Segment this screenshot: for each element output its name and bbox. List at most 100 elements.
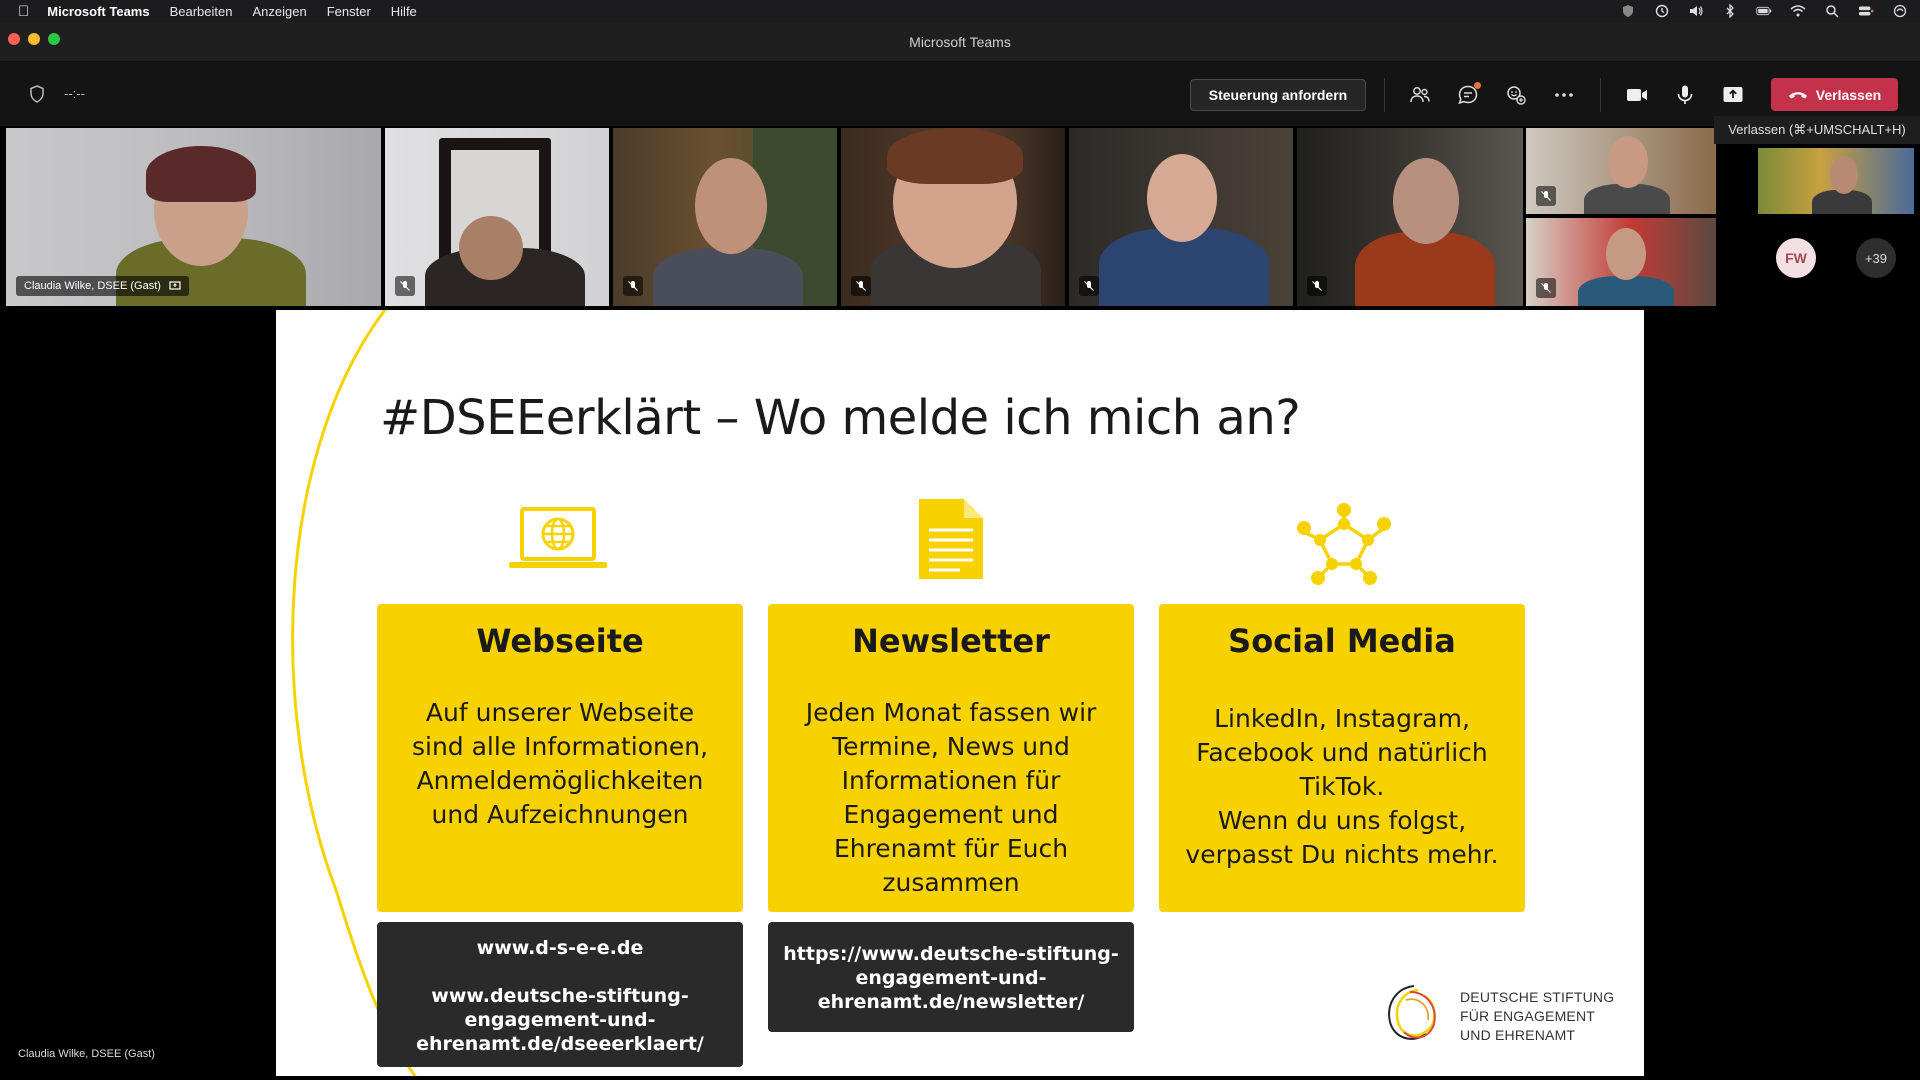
- participant-tile[interactable]: [841, 128, 1065, 306]
- more-participants-button[interactable]: +39: [1856, 238, 1896, 278]
- card-text-line: Anmeldemöglichkeiten: [416, 766, 704, 795]
- shared-screen-stage: #DSEEerklärt – Wo melde ich mich an? Web…: [0, 308, 1920, 1080]
- link-text[interactable]: engagement-und-: [377, 1008, 743, 1032]
- card-text-line: Ehrenamt für Euch: [833, 834, 1069, 863]
- control-center-icon[interactable]: [1858, 4, 1874, 18]
- muted-microphone-icon: [1079, 276, 1099, 296]
- slide-title: #DSEEerklärt – Wo melde ich mich an?: [380, 390, 1301, 446]
- microphone-icon[interactable]: [1672, 82, 1698, 108]
- link-text[interactable]: engagement-und-: [768, 966, 1134, 990]
- social-media-card: Social Media LinkedIn, Instagram, Facebo…: [1159, 604, 1525, 912]
- card-title: Social Media: [1228, 622, 1456, 660]
- screen-share-indicator-icon: [169, 281, 181, 290]
- presenter-name-label: Claudia Wilke, DSEE (Gast): [18, 1048, 155, 1060]
- chat-icon[interactable]: [1455, 82, 1481, 108]
- card-title: Webseite: [476, 622, 644, 660]
- macos-menu-bar:  Microsoft Teams Bearbeiten Anzeigen Fe…: [0, 0, 1920, 22]
- card-text-line: zusammen: [882, 868, 1020, 897]
- card-text: Auf unserer Webseite sind alle Informati…: [377, 696, 743, 832]
- card-text-line: verpasst Du nichts mehr.: [1185, 840, 1499, 869]
- link-text[interactable]: www.d-s-e-e.de: [377, 936, 743, 960]
- participant-avatar[interactable]: FW: [1776, 238, 1816, 278]
- newsletter-card: Newsletter Jeden Monat fassen wir Termin…: [768, 604, 1134, 912]
- link-text[interactable]: https://www.deutsche-stiftung-: [768, 942, 1134, 966]
- muted-microphone-icon: [1536, 278, 1556, 298]
- card-text-line: TikTok.: [1299, 772, 1385, 801]
- card-text-line: Termine, News und: [832, 732, 1070, 761]
- muted-microphone-icon: [395, 276, 415, 296]
- network-people-icon: [1297, 503, 1391, 585]
- dsee-logo-text: DEUTSCHE STIFTUNG FÜR ENGAGEMENT UND EHR…: [1460, 988, 1614, 1045]
- spotlight-search-icon[interactable]: [1824, 4, 1840, 18]
- card-text-line: und Aufzeichnungen: [431, 800, 689, 829]
- card-text-line: Informationen für: [841, 766, 1061, 795]
- window-title-bar: Microsoft Teams: [0, 22, 1920, 62]
- menu-bearbeiten[interactable]: Bearbeiten: [170, 4, 233, 19]
- muted-microphone-icon: [1307, 276, 1327, 296]
- participant-tile[interactable]: [1758, 148, 1914, 214]
- muted-microphone-icon: [1536, 186, 1556, 206]
- presentation-slide: #DSEEerklärt – Wo melde ich mich an? Web…: [276, 310, 1644, 1076]
- participant-tile[interactable]: Claudia Wilke, DSEE (Gast): [6, 128, 381, 306]
- toolbar-divider: [1384, 78, 1385, 112]
- chat-notification-dot: [1474, 82, 1481, 89]
- link-text[interactable]: www.deutsche-stiftung-: [377, 984, 743, 1008]
- laptop-globe-icon: [509, 507, 607, 568]
- card-text: Jeden Monat fassen wir Termine, News und…: [768, 696, 1134, 900]
- muted-microphone-icon: [623, 276, 643, 296]
- reactions-icon[interactable]: [1503, 82, 1529, 108]
- newsletter-links-box: https://www.deutsche-stiftung- engagemen…: [768, 922, 1134, 1032]
- bluetooth-icon[interactable]: [1722, 4, 1738, 18]
- logo-text-line: DEUTSCHE STIFTUNG: [1460, 989, 1615, 1005]
- card-text-line: Auf unserer Webseite: [425, 698, 695, 727]
- card-text-line: LinkedIn, Instagram,: [1214, 704, 1470, 733]
- people-icon[interactable]: [1407, 82, 1433, 108]
- participant-tile[interactable]: [613, 128, 837, 306]
- clock-icon[interactable]: [1654, 4, 1670, 18]
- card-text-line: sind alle Informationen,: [411, 732, 709, 761]
- card-text-line: Engagement und: [843, 800, 1059, 829]
- meeting-timer: --:--: [64, 86, 85, 101]
- apple-icon[interactable]: : [18, 3, 29, 20]
- participant-tile[interactable]: [385, 128, 609, 306]
- leave-tooltip: Verlassen (⌘+UMSCHALT+H): [1714, 116, 1920, 144]
- more-options-icon[interactable]: [1551, 82, 1577, 108]
- menu-hilfe[interactable]: Hilfe: [391, 4, 417, 19]
- logo-text-line: UND EHRENAMT: [1460, 1027, 1576, 1043]
- participant-tile[interactable]: [1526, 218, 1716, 306]
- request-control-button[interactable]: Steuerung anfordern: [1190, 79, 1366, 111]
- participant-name-tag: Claudia Wilke, DSEE (Gast): [16, 276, 189, 296]
- siri-icon[interactable]: [1892, 4, 1908, 18]
- battery-icon[interactable]: [1756, 4, 1772, 18]
- card-title: Newsletter: [852, 622, 1050, 660]
- participant-name: Claudia Wilke, DSEE (Gast): [24, 280, 161, 292]
- meeting-toolbar: --:-- Steuerung anfordern Verlassen: [0, 62, 1920, 126]
- participant-tile[interactable]: [1069, 128, 1293, 306]
- menu-app-name[interactable]: Microsoft Teams: [47, 4, 149, 19]
- document-icon: [919, 499, 983, 579]
- toolbar-divider: [1600, 78, 1601, 112]
- participant-tile[interactable]: [1526, 128, 1716, 214]
- window-title: Microsoft Teams: [909, 34, 1011, 50]
- share-screen-icon[interactable]: [1720, 82, 1746, 108]
- menu-anzeigen[interactable]: Anzeigen: [252, 4, 306, 19]
- webseite-card: Webseite Auf unserer Webseite sind alle …: [377, 604, 743, 912]
- leave-meeting-button[interactable]: Verlassen: [1771, 78, 1898, 111]
- participant-strip: Claudia Wilke, DSEE (Gast) FW +39: [0, 126, 1920, 308]
- muted-microphone-icon: [851, 276, 871, 296]
- menu-fenster[interactable]: Fenster: [327, 4, 371, 19]
- logo-text-line: FÜR ENGAGEMENT: [1460, 1008, 1596, 1024]
- participant-tile[interactable]: [1297, 128, 1523, 306]
- link-spacer: [377, 960, 743, 984]
- card-text-line: Wenn du uns folgst,: [1217, 806, 1467, 835]
- wifi-icon[interactable]: [1790, 4, 1806, 18]
- shield-icon[interactable]: [28, 84, 46, 104]
- camera-icon[interactable]: [1624, 82, 1650, 108]
- card-text: LinkedIn, Instagram, Facebook und natürl…: [1159, 702, 1525, 872]
- card-text-line: Jeden Monat fassen wir: [805, 698, 1097, 727]
- shield-check-icon[interactable]: [1620, 4, 1636, 18]
- link-text[interactable]: ehrenamt.de/newsletter/: [768, 990, 1134, 1014]
- dsee-logo-icon: [1388, 985, 1436, 1040]
- link-text[interactable]: ehrenamt.de/dseeerklaert/: [377, 1032, 743, 1056]
- volume-icon[interactable]: [1688, 4, 1704, 18]
